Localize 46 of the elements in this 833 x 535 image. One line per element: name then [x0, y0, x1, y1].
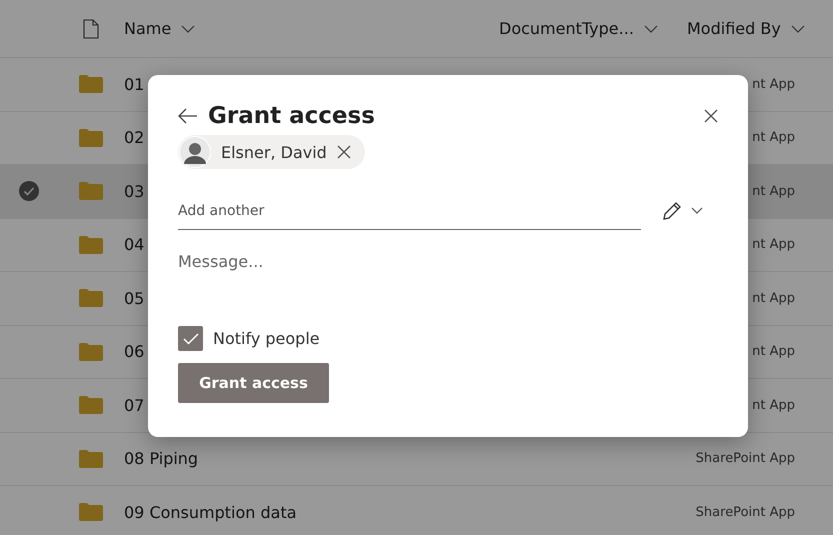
avatar-icon: [179, 136, 211, 168]
checkmark-icon: [182, 332, 198, 344]
back-button[interactable]: [178, 108, 198, 124]
close-icon: [704, 109, 718, 123]
table-cell-text: nt App: [751, 237, 795, 252]
person-name: Elsner, David: [221, 142, 327, 162]
person-chip[interactable]: Elsner, David: [178, 135, 365, 169]
table-cell-text: nt App: [751, 130, 795, 146]
folder-icon: [79, 75, 103, 94]
column-header[interactable]: DocumentType...: [499, 19, 687, 38]
table-cell-text: nt App: [751, 76, 795, 92]
close-button[interactable]: [704, 109, 718, 123]
chevron-down-icon: [181, 24, 196, 32]
dialog-title: Grant access: [208, 103, 376, 129]
chevron-down-icon: [790, 24, 805, 32]
file-name[interactable]: 08 Piping: [124, 449, 690, 468]
permission-dropdown[interactable]: [661, 200, 703, 222]
table-row[interactable]: 09 Consumption data SharePoint App: [0, 486, 833, 535]
remove-button[interactable]: [336, 145, 351, 159]
folder-icon: [79, 236, 103, 254]
table-cell-text: nt App: [751, 398, 795, 413]
check-circle-icon[interactable]: [19, 181, 39, 202]
table-cell-text: nt App: [751, 290, 795, 306]
chevron-down-icon: [691, 207, 703, 215]
column-header[interactable]: Name: [124, 19, 499, 38]
chevron-down-icon: [644, 24, 658, 32]
table-cell-text: nt App: [751, 184, 795, 199]
folder-icon: [79, 128, 103, 147]
folder-icon: [79, 503, 103, 522]
file-icon: [83, 18, 99, 38]
checkbox-label: Notify people: [213, 329, 320, 348]
folder-icon: [79, 289, 103, 308]
table-cell-text: SharePoint App: [694, 451, 795, 466]
close-icon: [336, 145, 351, 159]
notify-checkbox[interactable]: [178, 326, 203, 351]
folder-icon: [79, 182, 103, 200]
folder-icon: [79, 342, 103, 361]
pencil-icon: [661, 200, 683, 222]
back-arrow-icon: [178, 108, 198, 124]
table-cell-text: SharePoint App: [694, 504, 795, 520]
column-header[interactable]: Modified By: [687, 19, 805, 38]
grant-access-button[interactable]: Grant access: [178, 363, 329, 403]
table-cell-text: nt App: [751, 344, 795, 360]
folder-icon: [79, 450, 103, 468]
folder-icon: [79, 396, 103, 414]
file-name[interactable]: 09 Consumption data: [124, 502, 690, 522]
